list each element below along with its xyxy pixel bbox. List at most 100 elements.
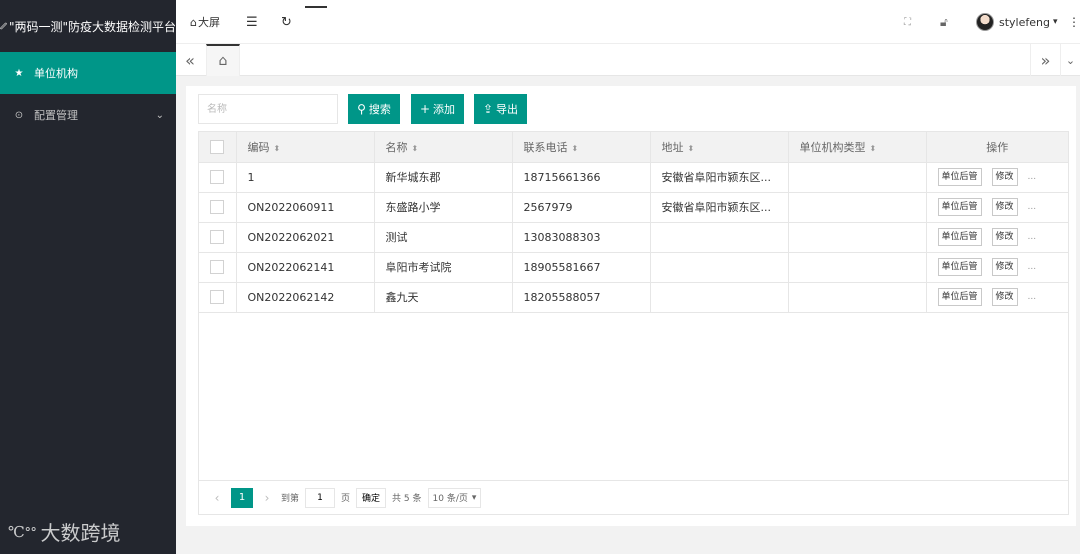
column-header-phone[interactable]: 联系电话 ⬍ xyxy=(512,132,651,163)
more-actions[interactable]: ... xyxy=(1028,172,1037,182)
more-actions[interactable]: ... xyxy=(1028,232,1037,242)
manage-button[interactable]: 单位后管 xyxy=(937,228,982,246)
table-row[interactable]: ON2022062141 阜阳市考试院 18905581667 单位后管 修改 … xyxy=(199,252,1068,283)
user-menu[interactable]: stylefeng ▾ xyxy=(976,0,1058,44)
cell-code: ON2022060911 xyxy=(236,192,375,223)
more-actions[interactable]: ... xyxy=(1028,262,1037,272)
table-row[interactable]: ON2022062021 测试 13083088303 单位后管 修改 ... xyxy=(199,222,1068,253)
cell-address: 安徽省阜阳市颍东区... xyxy=(650,192,789,223)
export-icon: ⇪ xyxy=(482,102,494,116)
cell-actions: 单位后管 修改 ... xyxy=(926,252,1068,283)
row-checkbox[interactable] xyxy=(210,170,225,184)
edit-button[interactable]: 修改 xyxy=(991,198,1018,216)
cell-address xyxy=(650,252,789,283)
caret-down-icon: ▾ xyxy=(471,492,477,503)
next-page-icon[interactable]: › xyxy=(259,491,275,505)
edit-button[interactable]: 修改 xyxy=(991,168,1018,186)
cell-code: ON2022062141 xyxy=(236,252,375,283)
lock-icon[interactable]: 🔓︎ xyxy=(940,0,948,44)
row-checkbox[interactable] xyxy=(210,290,225,304)
add-button-label: 添加 xyxy=(433,103,456,116)
fullscreen-icon[interactable]: ⛶ xyxy=(904,0,911,44)
sort-icon[interactable]: ⬍ xyxy=(412,144,419,153)
home-outline-icon: ⌂ xyxy=(190,15,197,29)
prev-page-icon[interactable]: ‹ xyxy=(209,491,225,505)
column-header-actions: 操作 xyxy=(926,132,1068,163)
cell-name: 东盛路小学 xyxy=(374,192,513,223)
manage-button[interactable]: 单位后管 xyxy=(937,198,982,216)
more-actions[interactable]: ... xyxy=(1028,292,1037,302)
cell-name: 测试 xyxy=(374,222,513,253)
cell-name: 阜阳市考试院 xyxy=(374,252,513,283)
edit-button[interactable]: 修改 xyxy=(991,288,1018,306)
cell-actions: 单位后管 修改 ... xyxy=(926,222,1068,253)
cell-type xyxy=(788,162,927,193)
add-button[interactable]: + 添加 xyxy=(411,94,464,124)
star-icon: ★ xyxy=(14,67,24,79)
more-actions[interactable]: ... xyxy=(1028,202,1037,212)
cell-phone: 18905581667 xyxy=(512,252,651,283)
pagination: ‹ 1 › 到第 页 确定 共 5 条 10 条/页 ▾ xyxy=(199,480,1068,514)
plus-icon: + xyxy=(419,102,431,116)
cell-type xyxy=(788,192,927,223)
sort-icon[interactable]: ⬍ xyxy=(870,144,877,153)
sidebar-item-units[interactable]: ★ 单位机构 xyxy=(0,52,176,94)
manage-button[interactable]: 单位后管 xyxy=(937,168,982,186)
sidebar-item-config[interactable]: ⊙ 配置管理 ⌄ xyxy=(0,94,176,136)
edit-button[interactable]: 修改 xyxy=(991,258,1018,276)
column-header-type[interactable]: 单位机构类型 ⬍ xyxy=(788,132,927,163)
tab-scroll-right-icon[interactable]: » xyxy=(1030,44,1060,76)
menu-toggle-icon[interactable]: ☰ xyxy=(246,0,258,44)
active-indicator xyxy=(305,6,327,8)
cell-name: 鑫九天 xyxy=(374,282,513,313)
cell-address xyxy=(650,222,789,253)
cell-type xyxy=(788,252,927,283)
tab-scroll-left-icon[interactable]: « xyxy=(176,44,204,76)
row-checkbox[interactable] xyxy=(210,260,225,274)
goto-label: 到第 xyxy=(281,494,300,504)
row-checkbox[interactable] xyxy=(210,200,225,214)
edit-button[interactable]: 修改 xyxy=(991,228,1018,246)
export-button-label: 导出 xyxy=(496,103,519,116)
search-button[interactable]: ⚲ 搜索 xyxy=(348,94,400,124)
cell-phone: 2567979 xyxy=(512,192,651,223)
cell-code: 1 xyxy=(236,162,375,193)
sort-icon[interactable]: ⬍ xyxy=(274,144,281,153)
cell-actions: 单位后管 修改 ... xyxy=(926,192,1068,223)
sort-icon[interactable]: ⬍ xyxy=(688,144,695,153)
table-row[interactable]: 1 新华城东郡 18715661366 安徽省阜阳市颍东区... 单位后管 修改… xyxy=(199,162,1068,193)
tab-dropdown-icon[interactable]: ⌄ xyxy=(1060,44,1080,76)
goto-confirm-button[interactable]: 确定 xyxy=(356,487,387,508)
bigscreen-button[interactable]: ⌂ 大屏 xyxy=(190,0,220,44)
chevron-down-icon: ⌄ xyxy=(155,109,164,121)
select-all-checkbox[interactable] xyxy=(210,139,225,154)
manage-button[interactable]: 单位后管 xyxy=(937,258,982,276)
home-icon: ⌂ xyxy=(218,53,228,69)
tab-home[interactable]: ⌂ xyxy=(206,44,240,76)
column-header-label: 联系电话 xyxy=(523,140,568,154)
more-vertical-icon[interactable]: ⋮ xyxy=(1068,0,1080,44)
table-row[interactable]: ON2022062142 鑫九天 18205588057 单位后管 修改 ... xyxy=(199,282,1068,313)
manage-button[interactable]: 单位后管 xyxy=(937,288,982,306)
refresh-icon[interactable]: ↻ xyxy=(281,0,292,44)
goto-page-input[interactable] xyxy=(305,487,336,508)
cell-actions: 单位后管 修改 ... xyxy=(926,282,1068,313)
column-header-label: 操作 xyxy=(986,140,1009,154)
sort-icon[interactable]: ⬍ xyxy=(572,144,579,153)
column-header-name[interactable]: 名称 ⬍ xyxy=(374,132,513,163)
table-row[interactable]: ON2022060911 东盛路小学 2567979 安徽省阜阳市颍东区... … xyxy=(199,192,1068,223)
page-size-select[interactable]: 10 条/页 ▾ xyxy=(427,487,482,508)
column-header-address[interactable]: 地址 ⬍ xyxy=(650,132,789,163)
tab-bar: « ⌂ » ⌄ xyxy=(176,44,1080,76)
name-search-input[interactable] xyxy=(198,94,338,124)
column-header-label: 地址 xyxy=(661,140,684,154)
sidebar-item-label: 单位机构 xyxy=(34,67,78,80)
watermark: ℃ᐤᐤ 大数跨境 xyxy=(8,517,120,546)
cell-phone: 18205588057 xyxy=(512,282,651,313)
row-checkbox[interactable] xyxy=(210,230,225,244)
export-button[interactable]: ⇪ 导出 xyxy=(474,94,527,124)
column-header-code[interactable]: 编码 ⬍ xyxy=(236,132,375,163)
current-page[interactable]: 1 xyxy=(231,487,253,508)
cell-type xyxy=(788,222,927,253)
caret-down-icon: ▾ xyxy=(1052,17,1058,27)
